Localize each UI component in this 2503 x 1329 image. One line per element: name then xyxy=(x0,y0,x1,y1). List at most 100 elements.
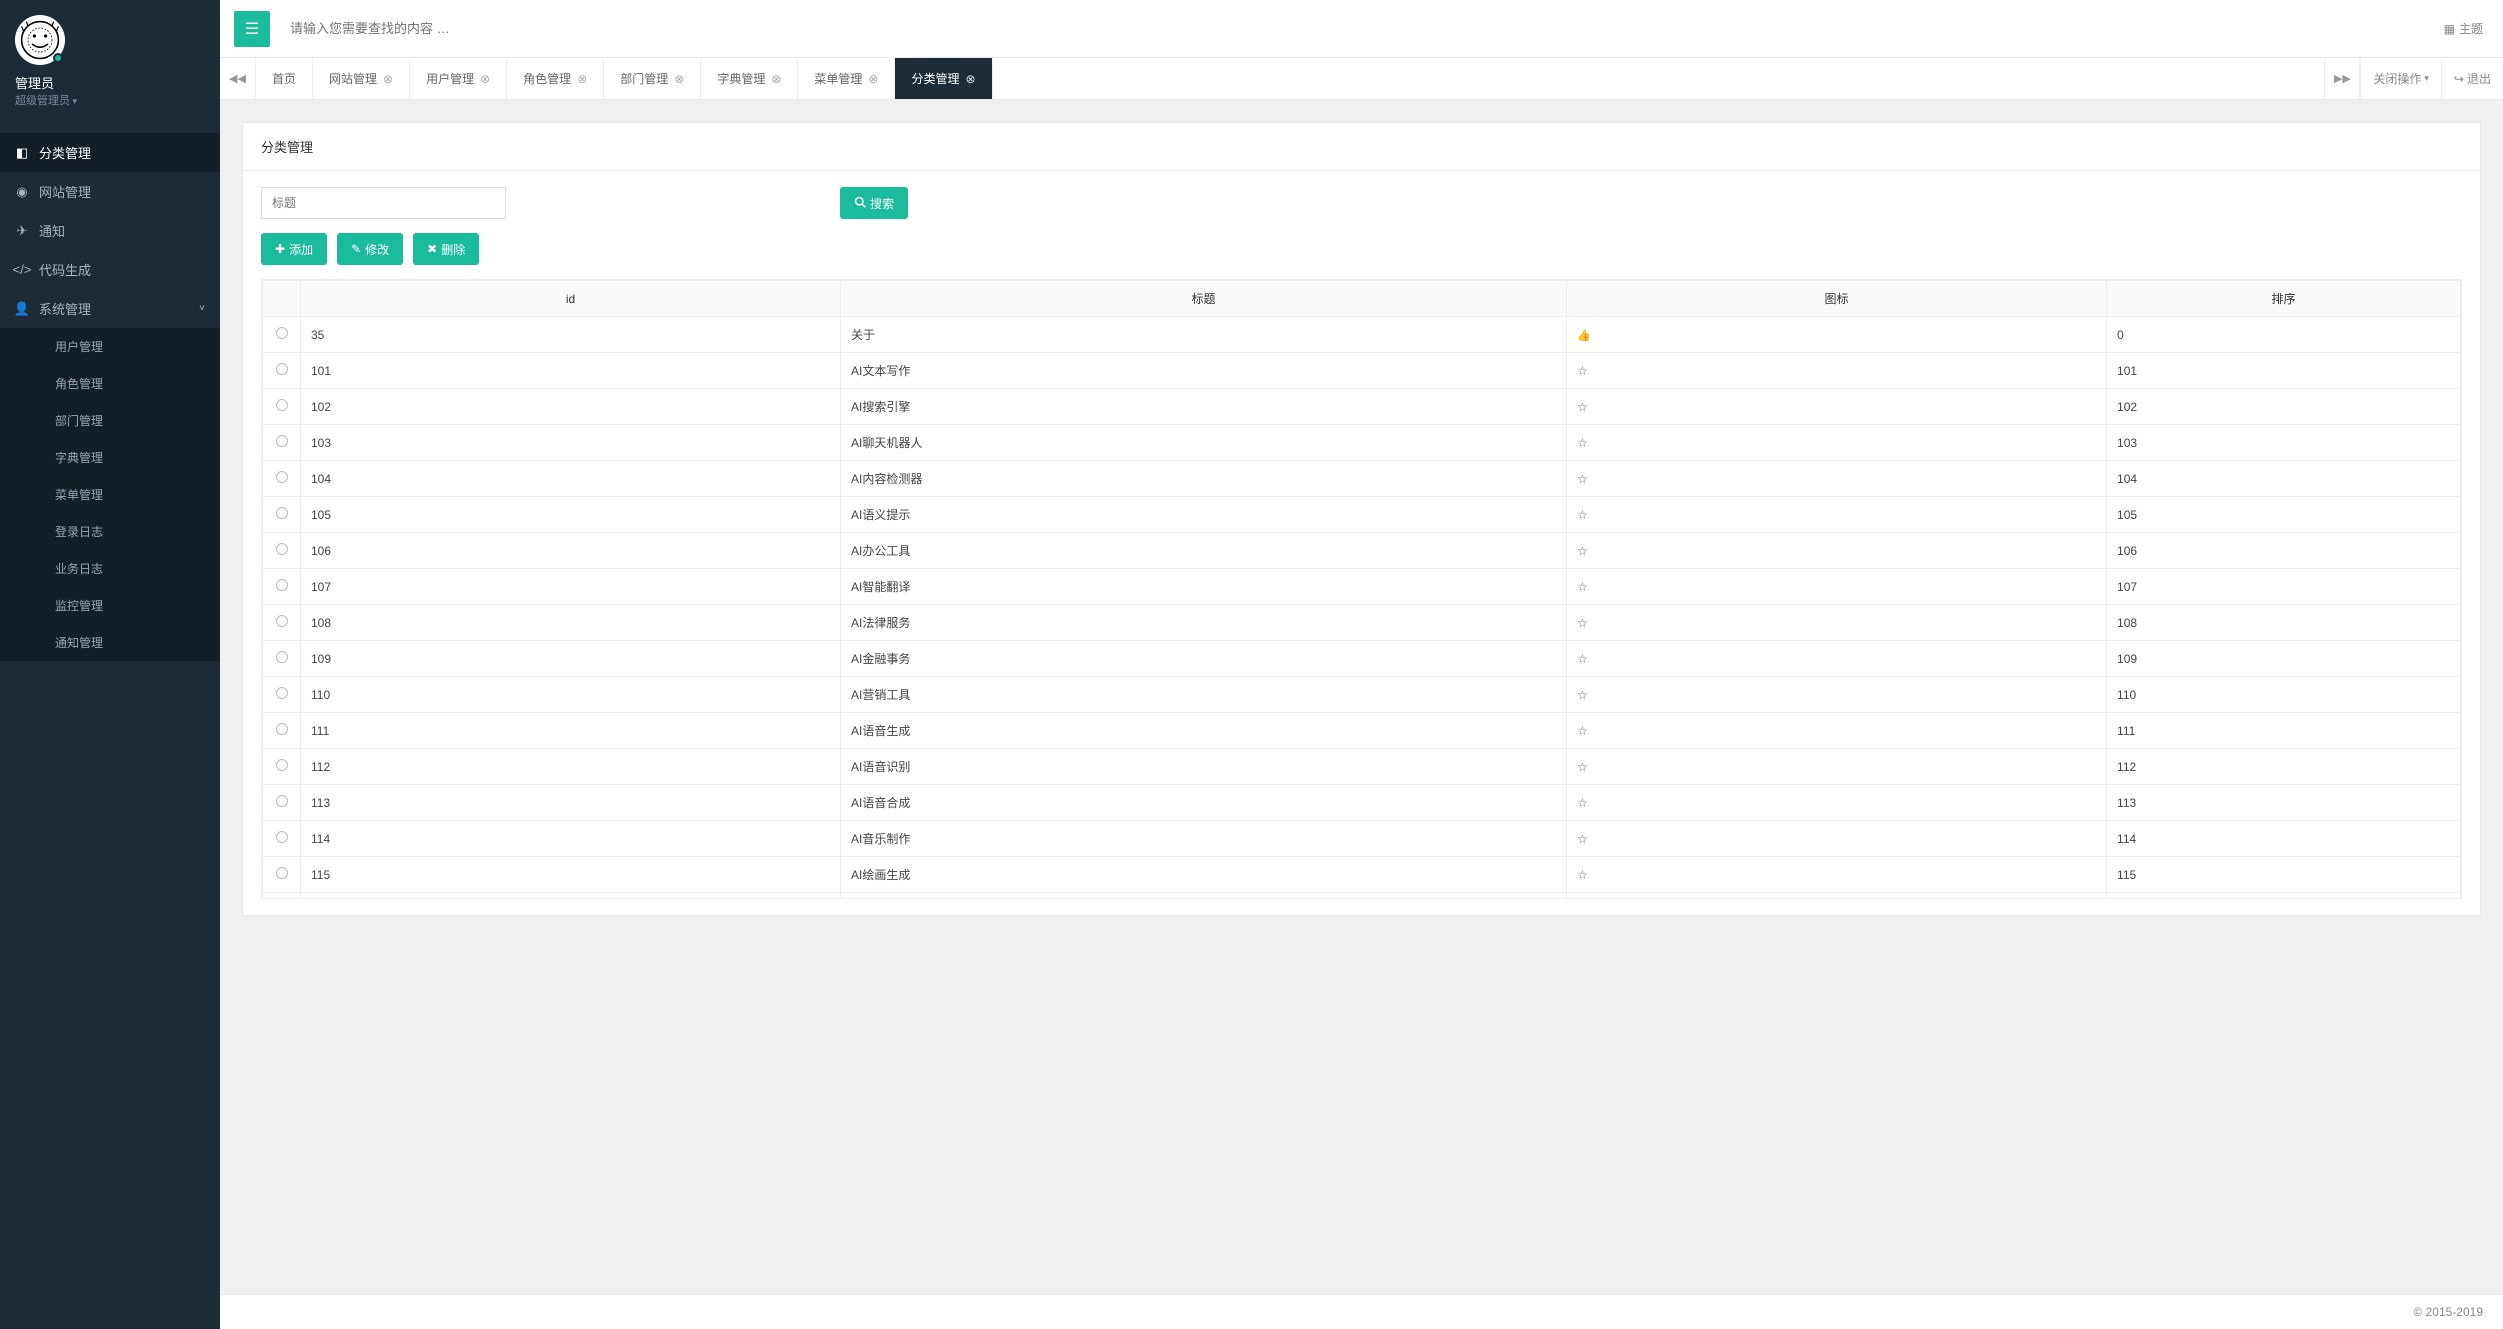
close-operations-dropdown[interactable]: 关闭操作 ▾ xyxy=(2360,58,2441,99)
nav-item-2[interactable]: ✈通知 xyxy=(0,211,220,250)
close-icon[interactable]: ⊗ xyxy=(771,72,781,86)
edit-button[interactable]: ✎ 修改 xyxy=(337,233,403,265)
table-row[interactable]: 102AI搜索引擎102 xyxy=(263,389,2461,425)
cell-sort: 105 xyxy=(2107,497,2461,533)
cell-title: AI搜索引擎 xyxy=(841,389,1567,425)
tab-7[interactable]: 分类管理⊗ xyxy=(895,58,992,99)
table-row[interactable]: 112AI语音识别112 xyxy=(263,749,2461,785)
star-icon xyxy=(1577,364,1588,378)
tab-4[interactable]: 部门管理 ⊗ xyxy=(604,58,701,99)
close-icon[interactable]: ⊗ xyxy=(966,72,976,86)
sub-item-3[interactable]: 字典管理 xyxy=(0,439,220,476)
row-radio[interactable] xyxy=(276,543,288,555)
cell-sort: 114 xyxy=(2107,821,2461,857)
panel-title: 分类管理 xyxy=(243,123,2480,171)
close-icon[interactable]: ⊗ xyxy=(480,72,490,86)
sub-item-4[interactable]: 菜单管理 xyxy=(0,476,220,513)
sub-item-6[interactable]: 业务日志 xyxy=(0,550,220,587)
sub-item-1[interactable]: 角色管理 xyxy=(0,365,220,402)
row-radio[interactable] xyxy=(276,579,288,591)
cell-id: 113 xyxy=(301,785,841,821)
logout-button[interactable]: ↪ 退出 xyxy=(2441,58,2503,99)
hamburger-icon: ☰ xyxy=(245,19,259,39)
row-radio[interactable] xyxy=(276,399,288,411)
tab-3[interactable]: 角色管理⊗ xyxy=(507,58,604,99)
bookmark-icon: ◧ xyxy=(15,146,29,160)
sub-item-0[interactable]: 用户管理 xyxy=(0,328,220,365)
row-radio[interactable] xyxy=(276,867,288,879)
footer: © 2015-2019 xyxy=(220,1294,2503,1329)
star-icon xyxy=(1577,652,1588,666)
menu-toggle-button[interactable]: ☰ xyxy=(234,11,270,47)
tab-6[interactable]: 菜单管理⊗ xyxy=(798,58,895,99)
table-row[interactable]: 103AI聊天机器人103 xyxy=(263,425,2461,461)
table-row[interactable]: 101AI文本写作101 xyxy=(263,353,2461,389)
row-radio[interactable] xyxy=(276,363,288,375)
row-radio[interactable] xyxy=(276,759,288,771)
nav-item-system[interactable]: 👤系统管理˅ xyxy=(0,289,220,328)
row-radio[interactable] xyxy=(276,507,288,519)
star-icon xyxy=(1577,868,1588,882)
table-row[interactable]: 105AI语义提示105 xyxy=(263,497,2461,533)
search-button[interactable]: 搜索 xyxy=(840,187,908,219)
tab-0[interactable]: 首页 xyxy=(256,58,313,99)
profile-role-dropdown[interactable]: 超级管理员 xyxy=(15,92,205,108)
close-icon[interactable]: ⊗ xyxy=(383,72,393,86)
star-icon xyxy=(1577,436,1588,450)
cell-id: 106 xyxy=(301,533,841,569)
star-icon xyxy=(1577,724,1588,738)
plane-icon: ✈ xyxy=(15,224,29,238)
table-scroll[interactable]: id 标题 图标 排序 35关于0101AI文本写作101102AI搜索引擎10… xyxy=(261,279,2462,899)
table-row[interactable]: 35关于0 xyxy=(263,317,2461,353)
table-row[interactable]: 106AI办公工具106 xyxy=(263,533,2461,569)
row-radio[interactable] xyxy=(276,831,288,843)
tab-scroll-right[interactable]: ▶▶ xyxy=(2324,58,2360,99)
delete-button[interactable]: ✖ 删除 xyxy=(413,233,479,265)
tab-scroll-left[interactable]: ◀◀ xyxy=(220,58,256,99)
sub-menu: 用户管理角色管理部门管理字典管理菜单管理登录日志业务日志监控管理通知管理 xyxy=(0,328,220,661)
close-icon[interactable]: ⊗ xyxy=(868,72,878,86)
add-button[interactable]: ✚ 添加 xyxy=(261,233,327,265)
table-row[interactable]: 109AI金融事务109 xyxy=(263,641,2461,677)
table-row[interactable]: 108AI法律服务108 xyxy=(263,605,2461,641)
sub-item-2[interactable]: 部门管理 xyxy=(0,402,220,439)
nav-item-label: 系统管理 xyxy=(39,299,91,318)
table-row[interactable]: 111AI语音生成111 xyxy=(263,713,2461,749)
theme-button[interactable]: ▦ 主题 xyxy=(2444,20,2483,37)
row-radio[interactable] xyxy=(276,687,288,699)
nav-item-1[interactable]: ◉网站管理 xyxy=(0,172,220,211)
row-radio[interactable] xyxy=(276,795,288,807)
title-filter-input[interactable] xyxy=(261,187,506,219)
row-radio[interactable] xyxy=(276,651,288,663)
table-row[interactable]: 110AI营销工具110 xyxy=(263,677,2461,713)
table-row[interactable]: 113AI语音合成113 xyxy=(263,785,2461,821)
cell-id: 102 xyxy=(301,389,841,425)
table-row[interactable]: 114AI音乐制作114 xyxy=(263,821,2461,857)
tab-5[interactable]: 字典管理⊗ xyxy=(701,58,798,99)
row-radio[interactable] xyxy=(276,723,288,735)
close-icon[interactable]: ⊗ xyxy=(674,72,684,86)
close-icon[interactable]: ⊗ xyxy=(577,72,587,86)
star-icon xyxy=(1577,508,1588,522)
tab-2[interactable]: 用户管理⊗ xyxy=(410,58,507,99)
tab-label: 网站管理 xyxy=(329,70,377,87)
table-row[interactable]: 107AI智能翻译107 xyxy=(263,569,2461,605)
nav-item-0[interactable]: ◧分类管理 xyxy=(0,133,220,172)
row-radio[interactable] xyxy=(276,435,288,447)
row-radio[interactable] xyxy=(276,615,288,627)
tab-label: 部门管理 xyxy=(620,70,668,87)
sub-item-5[interactable]: 登录日志 xyxy=(0,513,220,550)
cell-sort: 113 xyxy=(2107,785,2461,821)
sub-item-7[interactable]: 监控管理 xyxy=(0,587,220,624)
cell-title: AI语义提示 xyxy=(841,497,1567,533)
row-radio[interactable] xyxy=(276,471,288,483)
sub-item-8[interactable]: 通知管理 xyxy=(0,624,220,661)
nav-item-3[interactable]: </>代码生成 xyxy=(0,250,220,289)
row-radio[interactable] xyxy=(276,327,288,339)
tab-1[interactable]: 网站管理 ⊗ xyxy=(313,58,410,99)
table-row[interactable]: 116AI图像设计116 xyxy=(263,893,2461,900)
table-row[interactable]: 104AI内容检测器104 xyxy=(263,461,2461,497)
search-input[interactable] xyxy=(270,0,2444,57)
table-row[interactable]: 115AI绘画生成115 xyxy=(263,857,2461,893)
cell-sort: 102 xyxy=(2107,389,2461,425)
